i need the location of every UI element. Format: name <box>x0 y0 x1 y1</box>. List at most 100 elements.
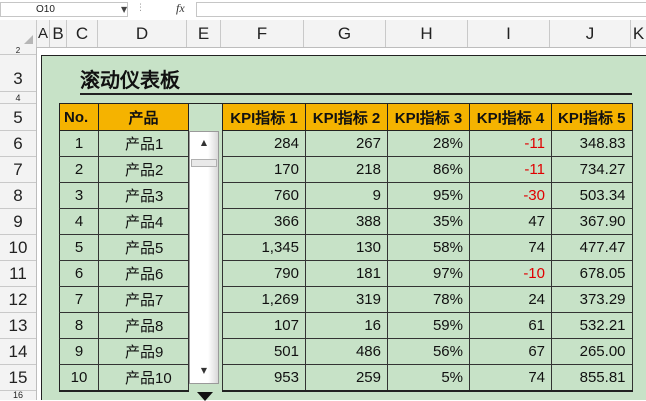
column-header-d[interactable]: D <box>98 20 187 47</box>
column-header-a[interactable]: A <box>37 20 50 47</box>
cell-kpi-5[interactable]: 503.34 <box>551 182 633 209</box>
cell-kpi-3[interactable]: 59% <box>387 312 470 339</box>
row-header-14[interactable]: 14 <box>0 339 36 365</box>
cell-kpi-1[interactable]: 953 <box>222 364 306 392</box>
cell-kpi-3[interactable]: 78% <box>387 286 470 313</box>
cell-kpi-2[interactable]: 130 <box>305 234 388 261</box>
cell-product[interactable]: 产品2 <box>98 156 189 183</box>
column-header-h[interactable]: H <box>386 20 468 47</box>
row-header-7[interactable]: 7 <box>0 157 36 183</box>
cell-product[interactable]: 产品1 <box>98 130 189 157</box>
cell-kpi-3[interactable]: 58% <box>387 234 470 261</box>
cell-product[interactable]: 产品5 <box>98 234 189 261</box>
row-header-6[interactable]: 6 <box>0 131 36 157</box>
cell-kpi-3[interactable]: 86% <box>387 156 470 183</box>
cell-kpi-4[interactable]: 74 <box>469 234 552 261</box>
cell-product[interactable]: 产品3 <box>98 182 189 209</box>
column-header-k[interactable]: K <box>631 20 646 47</box>
cell-kpi-3[interactable]: 35% <box>387 208 470 235</box>
cell-kpi-3[interactable]: 95% <box>387 182 470 209</box>
cell-kpi-2[interactable]: 486 <box>305 338 388 365</box>
cell-kpi-3[interactable]: 28% <box>387 130 470 157</box>
cell-kpi-1[interactable]: 366 <box>222 208 306 235</box>
column-header-f[interactable]: F <box>221 20 304 47</box>
row-header-12[interactable]: 12 <box>0 287 36 313</box>
cell-no[interactable]: 1 <box>59 130 99 157</box>
cell-kpi-4[interactable]: 47 <box>469 208 552 235</box>
row-header-11[interactable]: 11 <box>0 261 36 287</box>
cell-product[interactable]: 产品8 <box>98 312 189 339</box>
column-header-j[interactable]: J <box>550 20 631 47</box>
cell-kpi-3[interactable]: 97% <box>387 260 470 287</box>
cell-kpi-1[interactable]: 284 <box>222 130 306 157</box>
cell-kpi-2[interactable]: 259 <box>305 364 388 392</box>
cell-no[interactable]: 10 <box>59 364 99 392</box>
cell-kpi-2[interactable]: 16 <box>305 312 388 339</box>
column-header-c[interactable]: C <box>67 20 98 47</box>
cell-kpi-5[interactable]: 734.27 <box>551 156 633 183</box>
cell-kpi-4[interactable]: -11 <box>469 130 552 157</box>
cell-product[interactable]: 产品4 <box>98 208 189 235</box>
cell-kpi-4[interactable]: -30 <box>469 182 552 209</box>
cell-product[interactable]: 产品6 <box>98 260 189 287</box>
cell-kpi-1[interactable]: 1,345 <box>222 234 306 261</box>
cell-product[interactable]: 产品10 <box>98 364 189 392</box>
row-header-16[interactable]: 16 <box>0 391 36 400</box>
cell-kpi-2[interactable]: 319 <box>305 286 388 313</box>
column-header-g[interactable]: G <box>304 20 386 47</box>
row-header-10[interactable]: 10 <box>0 235 36 261</box>
cell-kpi-2[interactable]: 267 <box>305 130 388 157</box>
formula-input[interactable] <box>196 2 646 17</box>
cell-kpi-4[interactable]: 74 <box>469 364 552 392</box>
cell-kpi-1[interactable]: 501 <box>222 338 306 365</box>
scrollbar-track[interactable] <box>208 132 218 383</box>
cell-no[interactable]: 4 <box>59 208 99 235</box>
cell-kpi-2[interactable]: 218 <box>305 156 388 183</box>
column-header-e[interactable]: E <box>187 20 221 47</box>
cell-no[interactable]: 3 <box>59 182 99 209</box>
cell-kpi-4[interactable]: -10 <box>469 260 552 287</box>
cell-kpi-5[interactable]: 373.29 <box>551 286 633 313</box>
cell-product[interactable]: 产品7 <box>98 286 189 313</box>
cell-no[interactable]: 6 <box>59 260 99 287</box>
cell-kpi-5[interactable]: 477.47 <box>551 234 633 261</box>
cell-kpi-1[interactable]: 170 <box>222 156 306 183</box>
cell-kpi-3[interactable]: 56% <box>387 338 470 365</box>
cell-kpi-5[interactable]: 265.00 <box>551 338 633 365</box>
cell-kpi-1[interactable]: 790 <box>222 260 306 287</box>
scrollbar-thumb[interactable] <box>191 159 217 167</box>
column-header-i[interactable]: I <box>468 20 550 47</box>
cell-kpi-3[interactable]: 5% <box>387 364 470 392</box>
chevron-down-icon[interactable]: ▼ <box>121 5 127 14</box>
cell-kpi-5[interactable]: 678.05 <box>551 260 633 287</box>
cell-kpi-2[interactable]: 388 <box>305 208 388 235</box>
name-box[interactable]: O10 <box>0 2 128 17</box>
select-all-button[interactable] <box>0 20 37 47</box>
cell-kpi-1[interactable]: 107 <box>222 312 306 339</box>
row-header-13[interactable]: 13 <box>0 313 36 339</box>
cell-kpi-5[interactable]: 855.81 <box>551 364 633 392</box>
cell-kpi-1[interactable]: 1,269 <box>222 286 306 313</box>
cell-product[interactable]: 产品9 <box>98 338 189 365</box>
up-arrow-icon[interactable]: ▲ <box>190 138 218 147</box>
cell-no[interactable]: 7 <box>59 286 99 313</box>
column-header-b[interactable]: B <box>50 20 67 47</box>
row-header-4[interactable]: 4 <box>0 92 36 104</box>
cell-kpi-5[interactable]: 367.90 <box>551 208 633 235</box>
row-header-15[interactable]: 15 <box>0 365 36 391</box>
fx-label[interactable]: fx <box>176 1 185 16</box>
cell-kpi-4[interactable]: 61 <box>469 312 552 339</box>
cell-kpi-5[interactable]: 348.83 <box>551 130 633 157</box>
vertical-scrollbar[interactable]: ▲ ▼ <box>189 131 219 384</box>
cell-kpi-4[interactable]: 24 <box>469 286 552 313</box>
row-header-3[interactable]: 3 <box>0 55 36 92</box>
cell-kpi-2[interactable]: 9 <box>305 182 388 209</box>
down-arrow-icon[interactable]: ▼ <box>190 366 218 375</box>
row-header-2[interactable]: 2 <box>0 47 36 55</box>
row-header-5[interactable]: 5 <box>0 104 36 131</box>
cell-no[interactable]: 9 <box>59 338 99 365</box>
cell-kpi-1[interactable]: 760 <box>222 182 306 209</box>
cell-kpi-2[interactable]: 181 <box>305 260 388 287</box>
row-header-9[interactable]: 9 <box>0 209 36 235</box>
cell-no[interactable]: 5 <box>59 234 99 261</box>
